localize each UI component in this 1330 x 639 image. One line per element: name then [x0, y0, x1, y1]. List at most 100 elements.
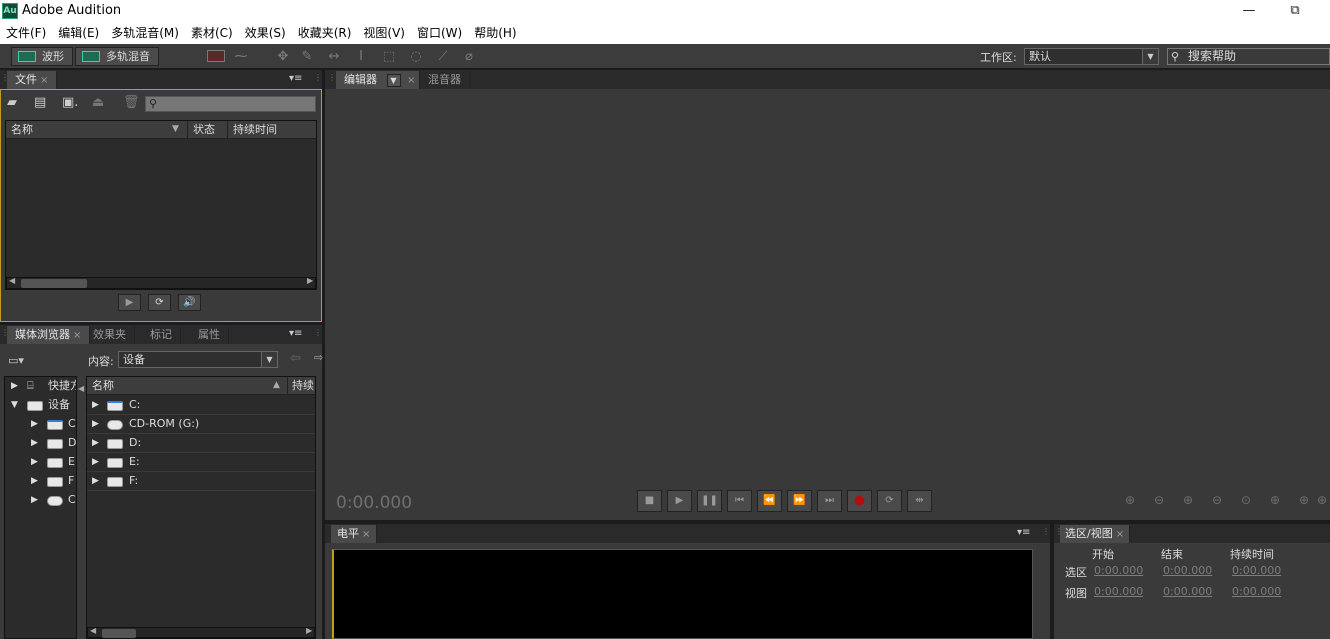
- tab-markers[interactable]: 标记: [142, 326, 181, 344]
- loop-button[interactable]: ⟳: [148, 294, 171, 311]
- pause-button[interactable]: ❚❚: [697, 490, 722, 512]
- list-item[interactable]: ▶ D:: [87, 434, 315, 453]
- minimize-button[interactable]: —: [1226, 1, 1272, 21]
- expand-triangle-icon[interactable]: ▶: [31, 434, 38, 452]
- zoom-in-left-icon[interactable]: ⊕: [1264, 493, 1286, 509]
- play-button[interactable]: ▶: [118, 294, 141, 311]
- scroll-left-icon[interactable]: ◀: [9, 276, 15, 285]
- expand-triangle-icon[interactable]: ▶: [92, 472, 99, 490]
- panel-menu-icon[interactable]: ▾≡: [289, 328, 302, 339]
- tree-item-drive[interactable]: ▶ C: [5, 491, 76, 510]
- scrollbar-thumb[interactable]: [102, 629, 136, 638]
- tree-item-drive[interactable]: ▶ D: [5, 434, 76, 453]
- go-to-end-button[interactable]: ⏭: [817, 490, 842, 512]
- current-time-display[interactable]: 0:00.000: [336, 493, 412, 513]
- import-file-icon[interactable]: ▤: [34, 95, 46, 110]
- slip-tool-icon[interactable]: ↔: [323, 48, 345, 65]
- menu-file[interactable]: 文件(F): [0, 23, 52, 44]
- tree-item-shortcuts[interactable]: ▶ ⌸ 快捷方: [5, 377, 76, 396]
- column-duration[interactable]: 持续时间: [227, 121, 277, 138]
- editor-panel[interactable]: 0:00.000 ■ ▶ ❚❚ ⏮ ⏪ ⏩ ⏭ ● ⟳ ⇹ ⊕ ⊖ ⊕ ⊖ ⊙ …: [325, 89, 1330, 520]
- files-list[interactable]: 名称 ▼ 状态 持续时间 ◀ ▶: [5, 120, 317, 290]
- time-selection-tool-icon[interactable]: I: [350, 48, 372, 65]
- expand-triangle-icon[interactable]: ▶: [31, 472, 38, 490]
- menu-effects[interactable]: 效果(S): [239, 23, 292, 44]
- zoom-in-amplitude-icon[interactable]: ⊕: [1119, 493, 1141, 509]
- scroll-right-icon[interactable]: ▶: [306, 626, 312, 635]
- close-icon[interactable]: ×: [73, 330, 81, 341]
- tree-item-drive[interactable]: ▶ F: [5, 472, 76, 491]
- scroll-right-icon[interactable]: ▶: [307, 276, 313, 285]
- expand-triangle-icon[interactable]: ▶: [92, 415, 99, 433]
- tree-item-devices[interactable]: ▼ 设备: [5, 396, 76, 415]
- expand-triangle-icon[interactable]: ▶: [31, 415, 38, 433]
- new-file-icon[interactable]: ▣.: [62, 95, 78, 110]
- tab-properties[interactable]: 属性: [190, 326, 229, 344]
- view-duration-value[interactable]: 0:00.000: [1232, 585, 1281, 598]
- menu-favorites[interactable]: 收藏夹(R): [292, 23, 358, 44]
- stop-button[interactable]: ■: [637, 490, 662, 512]
- list-item[interactable]: ▶ E:: [87, 453, 315, 472]
- back-arrow-icon[interactable]: ⇦: [290, 351, 301, 366]
- zoom-out-full-icon[interactable]: ⊙: [1235, 493, 1257, 509]
- play-button[interactable]: ▶: [667, 490, 692, 512]
- media-list[interactable]: 名称 ▲ 持续 ▶ C: ▶ CD-ROM (G:) ▶ D: ▶ E: ▶ F…: [86, 376, 316, 639]
- list-item[interactable]: ▶ C:: [87, 396, 315, 415]
- tab-effects-rack[interactable]: 效果夹: [85, 326, 135, 344]
- skip-selection-button[interactable]: ⇹: [907, 490, 932, 512]
- sort-chevron-up-icon[interactable]: ▲: [273, 377, 280, 394]
- column-name[interactable]: 名称: [92, 377, 114, 394]
- view-end-value[interactable]: 0:00.000: [1163, 585, 1212, 598]
- record-button[interactable]: ●: [847, 490, 872, 512]
- content-select[interactable]: 设备 ▼: [118, 351, 278, 368]
- tab-selection-view[interactable]: 选区/视图 ×: [1060, 525, 1131, 543]
- brush-tool-icon[interactable]: ⟋: [432, 48, 454, 65]
- expand-triangle-icon[interactable]: ▶: [11, 377, 18, 395]
- multitrack-button[interactable]: 多轨混音: [75, 47, 159, 66]
- menu-view[interactable]: 视图(V): [357, 23, 411, 44]
- menu-clip[interactable]: 素材(C): [185, 23, 239, 44]
- panel-menu-icon[interactable]: ▾≡: [1017, 527, 1030, 538]
- panel-gripper-icon[interactable]: ⋮: [314, 73, 322, 87]
- zoom-in-right-icon[interactable]: ⊕: [1293, 493, 1315, 509]
- restore-button[interactable]: ⧉: [1272, 1, 1318, 21]
- zoom-out-amplitude-icon[interactable]: ⊖: [1148, 493, 1170, 509]
- zoom-out-time-icon[interactable]: ⊖: [1206, 493, 1228, 509]
- collapse-triangle-icon[interactable]: ▼: [11, 396, 18, 414]
- list-item[interactable]: ▶ CD-ROM (G:): [87, 415, 315, 434]
- view-start-value[interactable]: 0:00.000: [1094, 585, 1143, 598]
- zoom-in-time-icon[interactable]: ⊕: [1177, 493, 1199, 509]
- tab-media-browser[interactable]: 媒体浏览器 ×: [7, 326, 91, 344]
- insert-multitrack-icon[interactable]: ⏏: [92, 95, 104, 110]
- panel-gripper-icon[interactable]: ⋮: [1042, 527, 1050, 541]
- collapse-pane-icon[interactable]: ◀: [78, 384, 84, 393]
- menu-window[interactable]: 窗口(W): [411, 23, 468, 44]
- expand-triangle-icon[interactable]: ▶: [92, 434, 99, 452]
- expand-triangle-icon[interactable]: ▶: [31, 491, 38, 509]
- scroll-left-icon[interactable]: ◀: [90, 626, 96, 635]
- chevron-down-icon[interactable]: ▼: [386, 74, 401, 87]
- panel-menu-icon[interactable]: ▾≡: [289, 73, 302, 84]
- drives-menu-icon[interactable]: ▭▾: [8, 354, 24, 367]
- selection-end-value[interactable]: 0:00.000: [1163, 564, 1212, 577]
- auto-play-speaker-icon[interactable]: 🔊: [178, 294, 201, 311]
- scrollbar-thumb[interactable]: [21, 279, 87, 288]
- panel-gripper-icon[interactable]: ⋮: [328, 73, 336, 87]
- menu-help[interactable]: 帮助(H): [468, 23, 522, 44]
- files-horizontal-scrollbar[interactable]: ◀ ▶: [6, 276, 316, 289]
- expand-triangle-icon[interactable]: ▶: [31, 453, 38, 471]
- close-icon[interactable]: ×: [362, 529, 370, 540]
- column-status[interactable]: 状态: [187, 121, 215, 138]
- tab-editor[interactable]: 编辑器 ▼ ×: [336, 71, 421, 89]
- waveform-button[interactable]: 波形: [11, 47, 73, 66]
- close-icon[interactable]: ×: [407, 75, 415, 86]
- selection-duration-value[interactable]: 0:00.000: [1232, 564, 1281, 577]
- lasso-tool-icon[interactable]: ◌: [405, 48, 427, 65]
- marquee-tool-icon[interactable]: ⬚: [378, 48, 400, 65]
- razor-tool-icon[interactable]: ✎: [296, 48, 318, 65]
- tree-item-drive[interactable]: ▶ E: [5, 453, 76, 472]
- spot-healing-tool-icon[interactable]: ⌀: [458, 48, 480, 65]
- column-duration[interactable]: 持续: [287, 377, 314, 394]
- fast-forward-button[interactable]: ⏩: [787, 490, 812, 512]
- menu-multitrack[interactable]: 多轨混音(M): [105, 23, 185, 44]
